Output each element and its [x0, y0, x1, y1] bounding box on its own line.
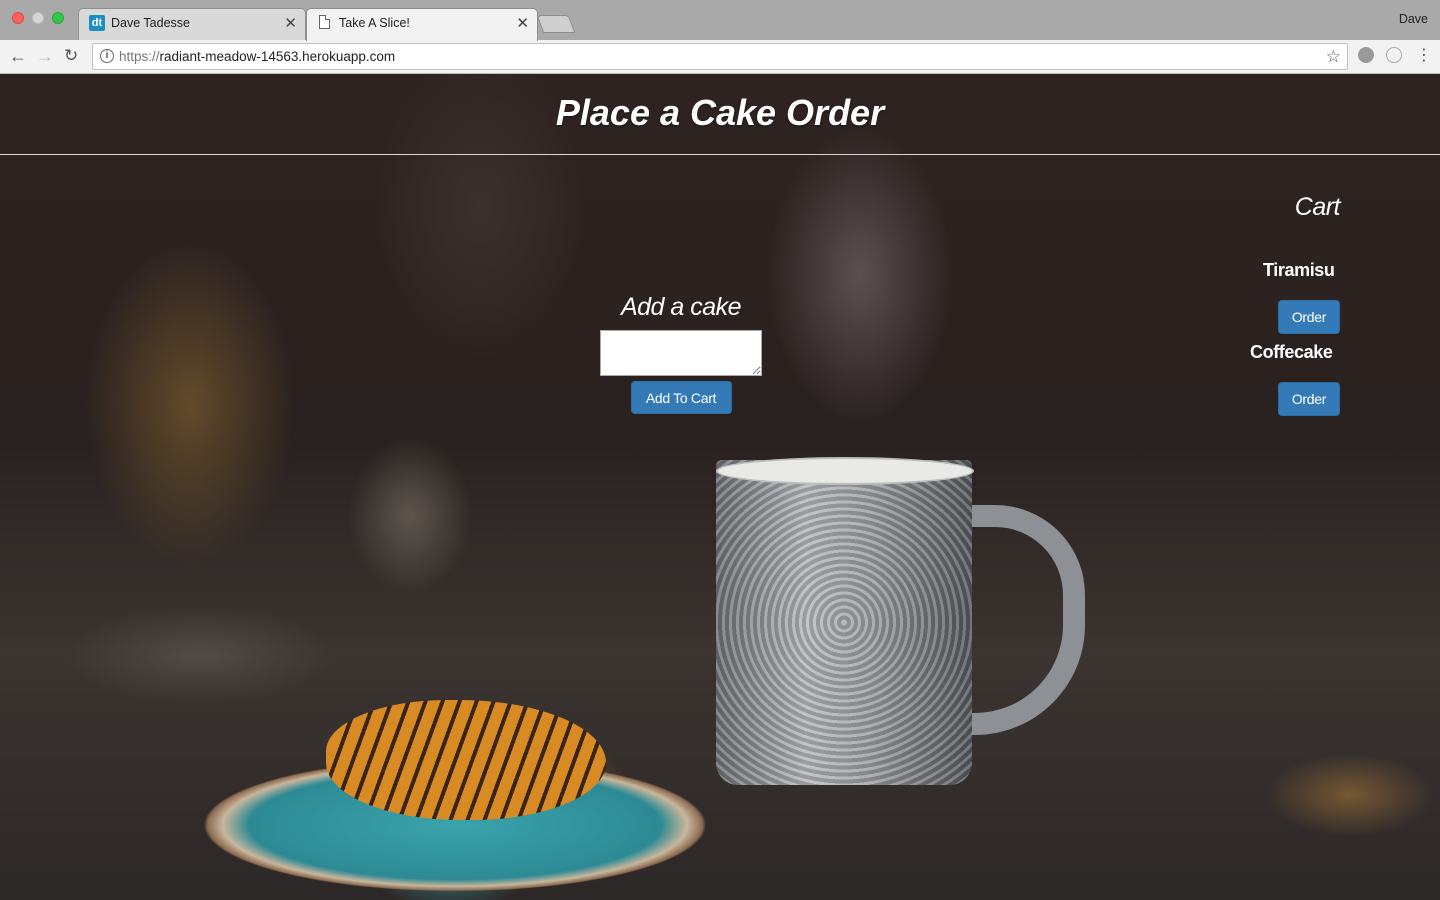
- cart-item-name: Tiramisu: [1263, 260, 1335, 280]
- page-title: Place a Cake Order: [555, 92, 885, 133]
- document-icon: [319, 15, 330, 29]
- order-button-tiramisu[interactable]: Order: [1278, 300, 1340, 334]
- background-mug: [716, 460, 972, 785]
- info-icon[interactable]: i: [100, 49, 114, 63]
- cart-title: Cart: [1294, 193, 1341, 221]
- extension-bug-icon[interactable]: [1358, 47, 1374, 63]
- page-content: Place a Cake Order Add a cake Add To Car…: [0, 75, 1440, 900]
- back-arrow-icon[interactable]: ←: [9, 46, 27, 66]
- tab-dave-tadesse[interactable]: dt Dave Tadesse ✕: [78, 8, 306, 40]
- tab-title: Dave Tadesse: [111, 16, 190, 30]
- tab-take-a-slice[interactable]: Take A Slice! ✕: [306, 8, 538, 41]
- dt-favicon-icon: dt: [89, 15, 105, 31]
- background-steam: [760, 115, 960, 435]
- add-to-cart-button[interactable]: Add To Cart: [630, 381, 732, 414]
- url-text[interactable]: https://radiant-meadow-14563.herokuapp.c…: [119, 49, 395, 64]
- page-header: Place a Cake Order: [0, 75, 1440, 155]
- address-bar[interactable]: i https://radiant-meadow-14563.herokuapp…: [92, 43, 1348, 70]
- window-maximize-button[interactable]: [52, 12, 64, 24]
- cart-item-name: Coffecake: [1250, 342, 1333, 362]
- add-cake-section: Add a cake Add To Cart: [600, 293, 762, 414]
- browser-toolbar: ← → ↻ i https://radiant-meadow-14563.her…: [0, 40, 1440, 74]
- add-cake-heading: Add a cake: [620, 293, 742, 321]
- tab-title: Take A Slice!: [339, 16, 410, 30]
- tab-close-icon[interactable]: ✕: [516, 14, 529, 32]
- reload-icon[interactable]: ↻: [64, 46, 78, 66]
- browser-titlebar: dt Dave Tadesse ✕ Take A Slice! ✕ Dave: [0, 0, 1440, 41]
- profile-name[interactable]: Dave: [1399, 12, 1428, 26]
- window-close-button[interactable]: [12, 12, 24, 24]
- window-minimize-button[interactable]: [32, 12, 44, 24]
- tab-close-icon[interactable]: ✕: [284, 14, 297, 32]
- kebab-menu-icon[interactable]: ⋮: [1416, 46, 1432, 66]
- new-tab-button[interactable]: [536, 15, 576, 33]
- order-button-coffecake[interactable]: Order: [1278, 382, 1340, 416]
- background-pastry: [326, 700, 606, 820]
- background-mug-rim: [716, 457, 974, 485]
- bookmark-star-icon[interactable]: ☆: [1326, 47, 1341, 67]
- extension-circle-icon[interactable]: [1386, 47, 1402, 63]
- cake-input[interactable]: [600, 330, 762, 376]
- forward-arrow-icon[interactable]: →: [36, 46, 54, 66]
